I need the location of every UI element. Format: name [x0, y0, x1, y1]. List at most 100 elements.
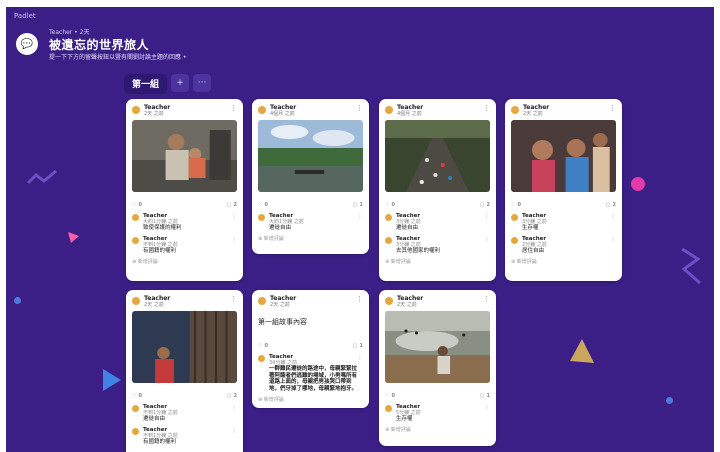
like-button[interactable]: ♡ 0 [385, 202, 395, 208]
post-card[interactable]: Teacher 4個月 之前 ⋮ ♡ 0 ▢ 2 Teacher 3分鐘 之前 遷徙自由… [379, 99, 496, 281]
post-author: Teacher [397, 104, 424, 111]
post-menu-icon[interactable]: ⋮ [356, 295, 363, 303]
post-image[interactable] [511, 120, 616, 192]
comment-count-button[interactable]: ▢ 1 [480, 393, 490, 399]
post-time: 2天 之前 [144, 111, 164, 117]
comment-count-button[interactable]: ▢ 2 [480, 202, 490, 208]
add-comment-input[interactable]: ⊕ 新增評論 [126, 254, 243, 265]
comment-count-button[interactable]: ▢ 2 [227, 393, 237, 399]
section-title[interactable]: 第一組 [124, 74, 168, 94]
section-header: 第一組 + ··· [124, 74, 212, 94]
padlet-board: Padlet 💬 Teacher • 2天 被遺忘的世界旅人 提一下下方的留聲按… [6, 7, 714, 452]
avatar [258, 106, 266, 114]
comment-item: Teacher 5分鐘 之前 生存權 ⋮ [379, 399, 496, 422]
comment-item: Teacher 大約1分鐘 之前 遷徙自由 ⋮ [252, 208, 369, 231]
post-author: Teacher [144, 295, 171, 302]
zigzag-decoration-icon [26, 169, 57, 185]
avatar [132, 214, 139, 221]
post-menu-icon[interactable]: ⋮ [483, 295, 490, 303]
add-comment-label: 新增評論 [263, 397, 284, 403]
circle-decoration-icon [631, 177, 645, 191]
like-count: 0 [264, 202, 268, 208]
like-button[interactable]: ♡ 0 [132, 393, 142, 399]
post-image[interactable] [385, 120, 490, 192]
board-icon: 💬 [16, 33, 38, 55]
comment-menu-icon[interactable]: ⋮ [357, 213, 363, 231]
post-card[interactable]: Teacher 2天 之前 ⋮ ♡ 0 ▢ 1 Teacher 5分鐘 之前 生存權 ⋮ … [379, 290, 496, 446]
like-button[interactable]: ♡ 0 [132, 202, 142, 208]
comment-count: 2 [486, 202, 490, 208]
post-menu-icon[interactable]: ⋮ [483, 104, 490, 112]
comment-count-button[interactable]: ▢ 2 [606, 202, 616, 208]
avatar [385, 237, 392, 244]
triangle-decoration-icon [68, 232, 79, 243]
app-brand[interactable]: Padlet [14, 12, 36, 20]
comment-menu-icon[interactable]: ⋮ [484, 236, 490, 254]
comment-menu-icon[interactable]: ⋮ [610, 213, 616, 231]
post-card[interactable]: Teacher 4個月 之前 ⋮ ♡ 0 ▢ 1 Teacher 大約1分鐘 之前 遷徙… [252, 99, 369, 254]
add-comment-label: 新增評論 [263, 236, 284, 242]
comment-body: 遷徙自由 [143, 416, 166, 422]
comment-menu-icon[interactable]: ⋮ [484, 213, 490, 231]
comment-menu-icon[interactable]: ⋮ [231, 236, 237, 254]
post-image[interactable] [132, 311, 237, 383]
comment-count-button[interactable]: ▢ 1 [353, 202, 363, 208]
post-time: 4個月 之前 [397, 111, 422, 117]
post-time: 2天 之前 [397, 302, 417, 308]
add-post-button[interactable]: + [171, 74, 190, 92]
add-comment-input[interactable]: ⊕ 新增評論 [379, 254, 496, 265]
post-image[interactable] [132, 120, 237, 192]
post-card[interactable]: Teacher 2天 之前 ⋮ ♡ 0 ▢ 2 Teacher 3分鐘 之前 生存權 ⋮ … [505, 99, 622, 281]
comment-count-button[interactable]: ▢ 2 [227, 202, 237, 208]
comment-count: 1 [359, 202, 363, 208]
comment-count: 2 [233, 393, 237, 399]
comment-menu-icon[interactable]: ⋮ [231, 213, 237, 231]
screen-frame: Padlet 💬 Teacher • 2天 被遺忘的世界旅人 提一下下方的留聲按… [0, 0, 720, 452]
triangle-decoration-gold-icon [570, 339, 594, 363]
dot-decoration-icon [14, 297, 21, 304]
like-count: 0 [391, 202, 395, 208]
comment-menu-icon[interactable]: ⋮ [610, 236, 616, 254]
like-button[interactable]: ♡ 0 [258, 343, 268, 349]
board-subtitle: 提一下下方的留聲按鈕以暨有關劉討論主題的回應 • [49, 54, 187, 61]
comment-menu-icon[interactable]: ⋮ [231, 427, 237, 445]
like-button[interactable]: ♡ 0 [258, 202, 268, 208]
post-image[interactable] [258, 120, 363, 192]
board-meta: Teacher • 2天 [49, 29, 90, 36]
comment-body: 生存權 [522, 225, 539, 231]
board-title: 被遺忘的世界旅人 [49, 38, 150, 52]
post-menu-icon[interactable]: ⋮ [609, 104, 616, 112]
comment-item: Teacher 3分鐘 之前 遷徙自由 ⋮ [379, 208, 496, 231]
post-card[interactable]: Teacher 2天 之前 ⋮ ♡ 0 ▢ 2 Teacher 不到1分鐘 之前 遷徙自… [126, 290, 243, 452]
comment-menu-icon[interactable]: ⋮ [357, 354, 363, 392]
add-comment-input[interactable]: ⊕ 新增評論 [252, 392, 369, 403]
post-card[interactable]: Teacher 2天 之前 ⋮ 第一組故事內容 ♡ 0 ▢ 1 Teacher 34分… [252, 290, 369, 408]
comment-item: Teacher 3分鐘 之前 去其他國家的權利 ⋮ [379, 231, 496, 254]
add-comment-label: 新增評論 [390, 427, 411, 433]
comment-count: 1 [486, 393, 490, 399]
post-menu-icon[interactable]: ⋮ [356, 104, 363, 112]
add-comment-input[interactable]: ⊕ 新增評論 [505, 254, 622, 265]
like-button[interactable]: ♡ 0 [511, 202, 521, 208]
avatar [385, 214, 392, 221]
comment-menu-icon[interactable]: ⋮ [231, 404, 237, 422]
post-menu-icon[interactable]: ⋮ [230, 295, 237, 303]
zigzag-decoration-right-icon [681, 247, 701, 285]
avatar [132, 405, 139, 412]
comment-count: 2 [612, 202, 616, 208]
post-author: Teacher [270, 104, 297, 111]
post-menu-icon[interactable]: ⋮ [230, 104, 237, 112]
section-more-button[interactable]: ··· [193, 74, 212, 92]
like-button[interactable]: ♡ 0 [385, 393, 395, 399]
triangle-decoration-blue-icon [103, 369, 121, 391]
like-count: 0 [138, 393, 142, 399]
post-time: 2天 之前 [144, 302, 164, 308]
avatar [511, 237, 518, 244]
comment-menu-icon[interactable]: ⋮ [484, 404, 490, 422]
post-card[interactable]: Teacher 2天 之前 ⋮ ♡ 0 ▢ 2 Teacher 大約1分鐘 之前 致使保… [126, 99, 243, 281]
comment-count-button[interactable]: ▢ 1 [353, 343, 363, 349]
add-comment-input[interactable]: ⊕ 新增評論 [252, 231, 369, 242]
avatar [511, 106, 519, 114]
add-comment-input[interactable]: ⊕ 新增評論 [379, 422, 496, 433]
post-image[interactable] [385, 311, 490, 383]
